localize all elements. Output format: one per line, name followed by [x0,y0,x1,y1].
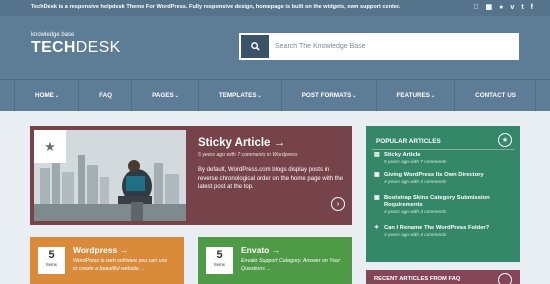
search-bar [239,33,519,60]
category-description: WordPress is web software you can use to… [73,258,168,272]
top-bar-message: TechDesk is a responsive helpdesk Theme … [31,4,401,10]
facebook-icon[interactable]: f [531,3,533,12]
vimeo-icon[interactable]: v [510,3,514,12]
windows-icon[interactable]: ▦ [486,3,493,12]
popular-articles-widget: POPULAR ARTICLES ★ ▤ Sticky Article 5 yea… [366,126,520,262]
chevron-down-icon: ⌄ [352,93,357,99]
list-item[interactable]: ▣ Bootstrap Skins Category Submission Req… [374,195,516,215]
sticky-article-excerpt: By default, WordPress.com blogs display … [198,167,344,191]
nav-item-post-formats[interactable]: POST FORMATS⌄ [280,80,376,111]
sticky-article-card: ★ Sticky Article → 5 years ago with 7 co… [30,126,352,225]
sticky-article-meta: 5 years ago with 7 comments in Wordpress [198,152,298,158]
nav-item-home[interactable]: HOME⌄ [14,80,78,111]
star-icon: ★ [498,133,512,147]
item-count-badge: 5 Items [38,247,65,274]
chevron-down-icon: ⌄ [174,93,179,99]
search-icon [250,42,260,51]
item-count-badge: 5 Items [206,247,233,274]
category-card-envato: 5 Items Envato → Envato Support Category… [198,237,352,284]
circle-icon [498,273,512,284]
sticky-article-title[interactable]: Sticky Article → [198,137,346,149]
search-button[interactable] [241,35,269,58]
list-item[interactable]: ▣ Giving WordPress Its Own Directory 4 ye… [374,172,516,185]
widget-title: RECENT ARTICLES FROM FAQ [374,276,461,282]
nav-item-templates[interactable]: TEMPLATES⌄ [197,80,281,111]
top-bar: TechDesk is a responsive helpdesk Theme … [0,0,550,16]
category-title[interactable]: Wordpress → [73,245,173,255]
social-links:  ▦ ● v t f [473,3,533,12]
logo-bold: TECH [31,39,76,56]
image-icon: ▣ [374,195,380,201]
chevron-down-icon: ⌄ [257,93,262,99]
list-item[interactable]: ✦ Can I Rename The WordPress Folder? 4 ye… [374,225,516,238]
list-item[interactable]: ▤ Sticky Article 5 years ago with 7 comme… [374,152,516,165]
main-nav: HOME⌄ FAQ PAGES⌄ TEMPLATES⌄ POST FORMATS… [0,79,550,111]
divider [372,149,514,150]
site-logo[interactable]: TECHDESK [31,39,121,56]
flickr-icon[interactable]: ● [499,3,503,12]
chevron-down-icon: ⌄ [430,93,436,99]
brand-tagline: knowledge base [31,32,75,38]
chevron-down-icon: ⌄ [54,93,60,99]
nav-item-contact-us[interactable]: CONTACT US [454,80,536,111]
search-input[interactable] [269,35,517,58]
read-more-button[interactable]: › [331,197,345,211]
category-title[interactable]: Envato → [241,245,343,255]
nav-item-pages[interactable]: PAGES⌄ [131,80,198,111]
recent-articles-widget: RECENT ARTICLES FROM FAQ [366,270,520,284]
nav-item-faq[interactable]: FAQ [78,80,131,111]
brand[interactable]: knowledge base TECHDESK [31,32,121,56]
widget-title: POPULAR ARTICLES [376,138,441,145]
logo-light: DESK [75,39,121,56]
nav-item-features[interactable]: FEATURES⌄ [375,80,455,111]
site-header: knowledge base TECHDESK [0,16,550,79]
apple-icon[interactable]:  [473,3,478,12]
image-icon: ▣ [374,172,380,178]
category-description: Envato Support Category. Answer on Your … [241,258,341,272]
document-icon: ▤ [374,152,380,158]
category-card-wordpress: 5 Items Wordpress → WordPress is web sof… [30,237,184,284]
sticky-article-image[interactable]: ★ [34,130,186,221]
featured-star-icon: ★ [34,130,66,163]
chevron-right-icon: › [336,199,340,208]
pin-icon: ✦ [374,225,380,231]
twitter-icon[interactable]: t [521,3,523,12]
